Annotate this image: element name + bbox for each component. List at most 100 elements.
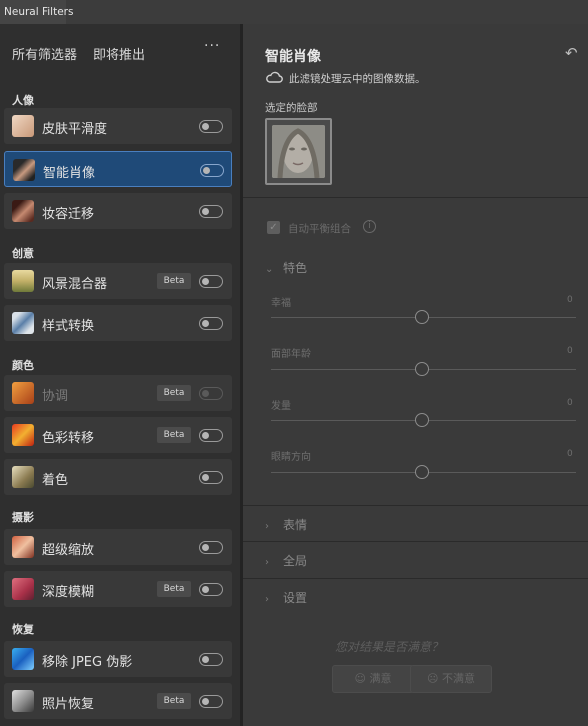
colorize-thumbnail — [12, 466, 34, 488]
filter-label: 风景混合器 — [42, 277, 108, 292]
info-icon[interactable]: i — [363, 220, 376, 233]
section-label: 特色 — [283, 261, 308, 275]
tab-all-filters[interactable]: 所有筛选器 — [12, 44, 77, 63]
auto-balance-label: 自动平衡组合 — [288, 223, 351, 235]
skin-smoothing-thumbnail — [12, 115, 34, 137]
color-transfer-thumbnail — [12, 424, 34, 446]
filter-item-makeup-transfer[interactable]: 妆容迁移 — [4, 193, 232, 229]
filter-item-photo-restoration[interactable]: 照片恢复 Beta — [4, 683, 232, 719]
filter-label: 照片恢复 — [42, 697, 95, 712]
filter-item-style-transfer[interactable]: 样式转换 — [4, 305, 232, 341]
feedback-question: 您对结果是否满意？ — [335, 640, 444, 654]
slider-value-facial-age: 0 — [567, 346, 573, 356]
filter-item-depth-blur[interactable]: 深度模糊 Beta — [4, 571, 232, 607]
section-features[interactable]: ⌄ 特色 — [265, 259, 307, 276]
beta-badge: Beta — [157, 273, 191, 289]
filter-label: 超级缩放 — [42, 543, 95, 558]
filter-toggle[interactable] — [199, 583, 223, 596]
filter-toggle[interactable] — [200, 164, 224, 177]
slider-label-happiness: 幸福 — [271, 298, 291, 309]
filter-item-jpeg-artifact-removal[interactable]: 移除 JPEG 伪影 — [4, 641, 232, 677]
slider-value-eye-direction: 0 — [567, 449, 573, 459]
depth-blur-thumbnail — [12, 578, 34, 600]
feedback-satisfied-label: 满意 — [369, 672, 392, 685]
chevron-right-icon: › — [265, 557, 269, 568]
section-label: 全局 — [283, 554, 308, 568]
section-label: 设置 — [283, 591, 308, 605]
filter-toggle[interactable] — [199, 471, 223, 484]
filter-toggle[interactable] — [199, 653, 223, 666]
feedback-unsatisfied-label: 不满意 — [441, 672, 475, 685]
slider-value-hair-thickness: 0 — [567, 398, 573, 408]
category-color: 颜色 — [12, 359, 34, 372]
section-divider — [243, 541, 588, 542]
filter-toggle[interactable] — [199, 429, 223, 442]
title-bar: Neural Filters — [0, 0, 588, 24]
slider-thumb-hair-thickness[interactable] — [415, 413, 429, 427]
slider-label-hair-thickness: 发量 — [271, 401, 291, 412]
feedback-unsatisfied-button[interactable]: ☹ 不满意 — [410, 665, 492, 693]
landscape-mixer-thumbnail — [12, 270, 34, 292]
category-portrait: 人像 — [12, 94, 34, 107]
beta-badge: Beta — [157, 581, 191, 597]
filter-toggle[interactable] — [199, 205, 223, 218]
category-creative: 创意 — [12, 247, 34, 260]
filter-toggle[interactable] — [199, 120, 223, 133]
jpeg-artifact-thumbnail — [12, 648, 34, 670]
super-zoom-thumbnail — [12, 536, 34, 558]
beta-badge: Beta — [157, 693, 191, 709]
auto-balance-checkbox[interactable]: ✓ — [267, 221, 280, 234]
filter-item-harmonization[interactable]: 协调 Beta — [4, 375, 232, 411]
cloud-note: 此滤镜处理云中的图像数据。 — [289, 73, 426, 85]
slider-value-happiness: 0 — [567, 295, 573, 305]
filter-label: 着色 — [42, 473, 69, 488]
beta-badge: Beta — [157, 385, 191, 401]
slider-thumb-eye-direction[interactable] — [415, 465, 429, 479]
filter-label: 皮肤平滑度 — [42, 122, 108, 137]
filter-item-colorize[interactable]: 着色 — [4, 459, 232, 495]
filter-toggle[interactable] — [199, 541, 223, 554]
selected-face-thumbnail[interactable] — [265, 118, 332, 185]
category-restoration: 恢复 — [12, 623, 34, 636]
feedback-satisfied-button[interactable]: ☺ 满意 — [332, 665, 414, 693]
filter-toggle[interactable] — [199, 387, 223, 400]
filter-list-panel: 所有筛选器 即将推出 ··· 人像 皮肤平滑度 智能肖像 妆容迁移 创意 风景混… — [0, 24, 240, 726]
makeup-transfer-thumbnail — [12, 200, 34, 222]
filter-label: 样式转换 — [42, 319, 95, 334]
section-label: 表情 — [283, 518, 308, 532]
filter-toggle[interactable] — [199, 275, 223, 288]
filter-label: 妆容迁移 — [42, 207, 95, 222]
section-divider — [243, 578, 588, 579]
filter-label: 色彩转移 — [42, 431, 95, 446]
smart-portrait-thumbnail — [13, 159, 35, 181]
filter-item-color-transfer[interactable]: 色彩转移 Beta — [4, 417, 232, 453]
beta-badge: Beta — [157, 427, 191, 443]
harmonization-thumbnail — [12, 382, 34, 404]
reset-icon[interactable]: ↶ — [565, 44, 578, 62]
chevron-right-icon: › — [265, 594, 269, 605]
filter-item-smart-portrait[interactable]: 智能肖像 — [4, 151, 232, 187]
filter-label: 协调 — [42, 389, 69, 404]
filter-item-landscape-mixer[interactable]: 风景混合器 Beta — [4, 263, 232, 299]
tab-coming-soon[interactable]: 即将推出 — [93, 44, 145, 63]
filter-label: 深度模糊 — [42, 585, 95, 600]
frown-icon: ☹ — [427, 672, 439, 685]
section-settings[interactable]: › 设置 — [265, 589, 307, 606]
chevron-down-icon: ⌄ — [265, 264, 274, 275]
face-image — [272, 125, 325, 178]
slider-label-eye-direction: 眼睛方向 — [271, 452, 311, 463]
filter-item-skin-smoothing[interactable]: 皮肤平滑度 — [4, 108, 232, 144]
filter-item-super-zoom[interactable]: 超级缩放 — [4, 529, 232, 565]
section-global[interactable]: › 全局 — [265, 552, 307, 569]
filter-toggle[interactable] — [199, 317, 223, 330]
window-tab[interactable]: Neural Filters — [0, 0, 73, 24]
slider-thumb-facial-age[interactable] — [415, 362, 429, 376]
smile-icon: ☺ — [354, 672, 366, 685]
more-options-icon[interactable]: ··· — [204, 38, 220, 54]
panel-title: 智能肖像 — [265, 49, 321, 65]
section-expression[interactable]: › 表情 — [265, 516, 307, 533]
style-transfer-thumbnail — [12, 312, 34, 334]
filter-toggle[interactable] — [199, 695, 223, 708]
selected-face-label: 选定的脸部 — [265, 102, 318, 114]
slider-thumb-happiness[interactable] — [415, 310, 429, 324]
